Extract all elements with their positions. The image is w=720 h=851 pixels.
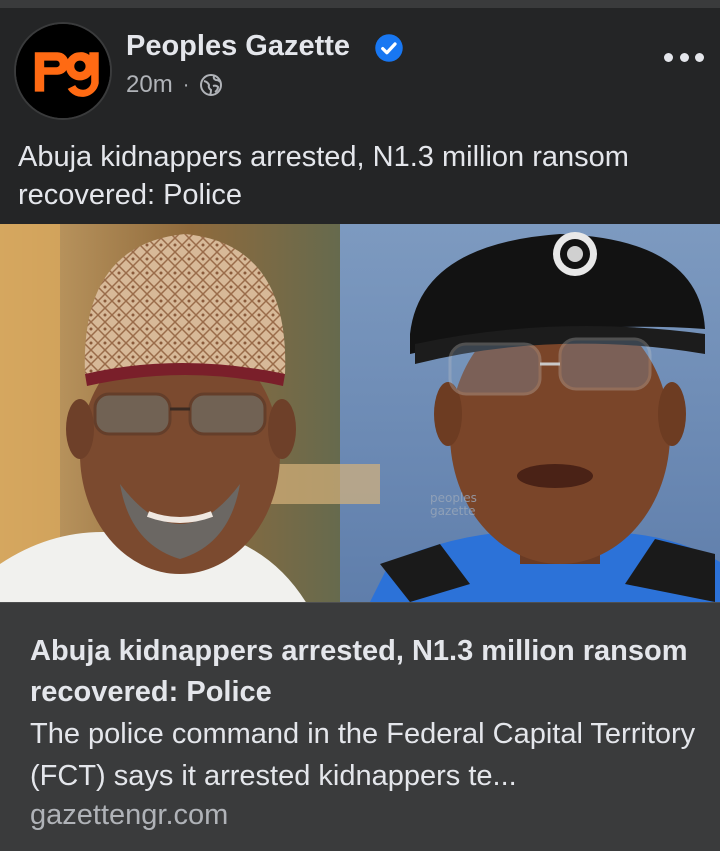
post-meta: 20m · [126,70,223,100]
link-title[interactable]: Abuja kidnappers arrested, N1.3 million … [30,631,700,713]
more-options-icon[interactable] [664,50,704,64]
composite-portrait-photo: peoples gazette [0,224,720,602]
more-dot [664,52,673,62]
watermark-line2: gazette [430,504,475,518]
post-header: Peoples Gazette 20m · [0,8,720,128]
post-image[interactable]: peoples gazette [0,224,720,602]
more-dot [695,52,704,62]
peoples-gazette-logo [16,24,110,118]
page-avatar[interactable] [14,22,112,120]
link-preview-card[interactable]: Abuja kidnappers arrested, N1.3 million … [0,602,720,851]
link-description: The police command in the Federal Capita… [30,718,696,792]
link-domain: gazettengr.com [30,799,229,831]
page-name[interactable]: Peoples Gazette [126,30,350,63]
post-text: Abuja kidnappers arrested, N1.3 million … [18,141,629,211]
verified-badge-icon [375,34,403,62]
more-dot [679,52,689,62]
meta-separator: · [182,73,190,96]
watermark-line1: peoples [430,491,477,505]
post-timestamp[interactable]: 20m [126,71,173,99]
globe-icon [200,74,223,96]
top-divider [0,0,720,8]
